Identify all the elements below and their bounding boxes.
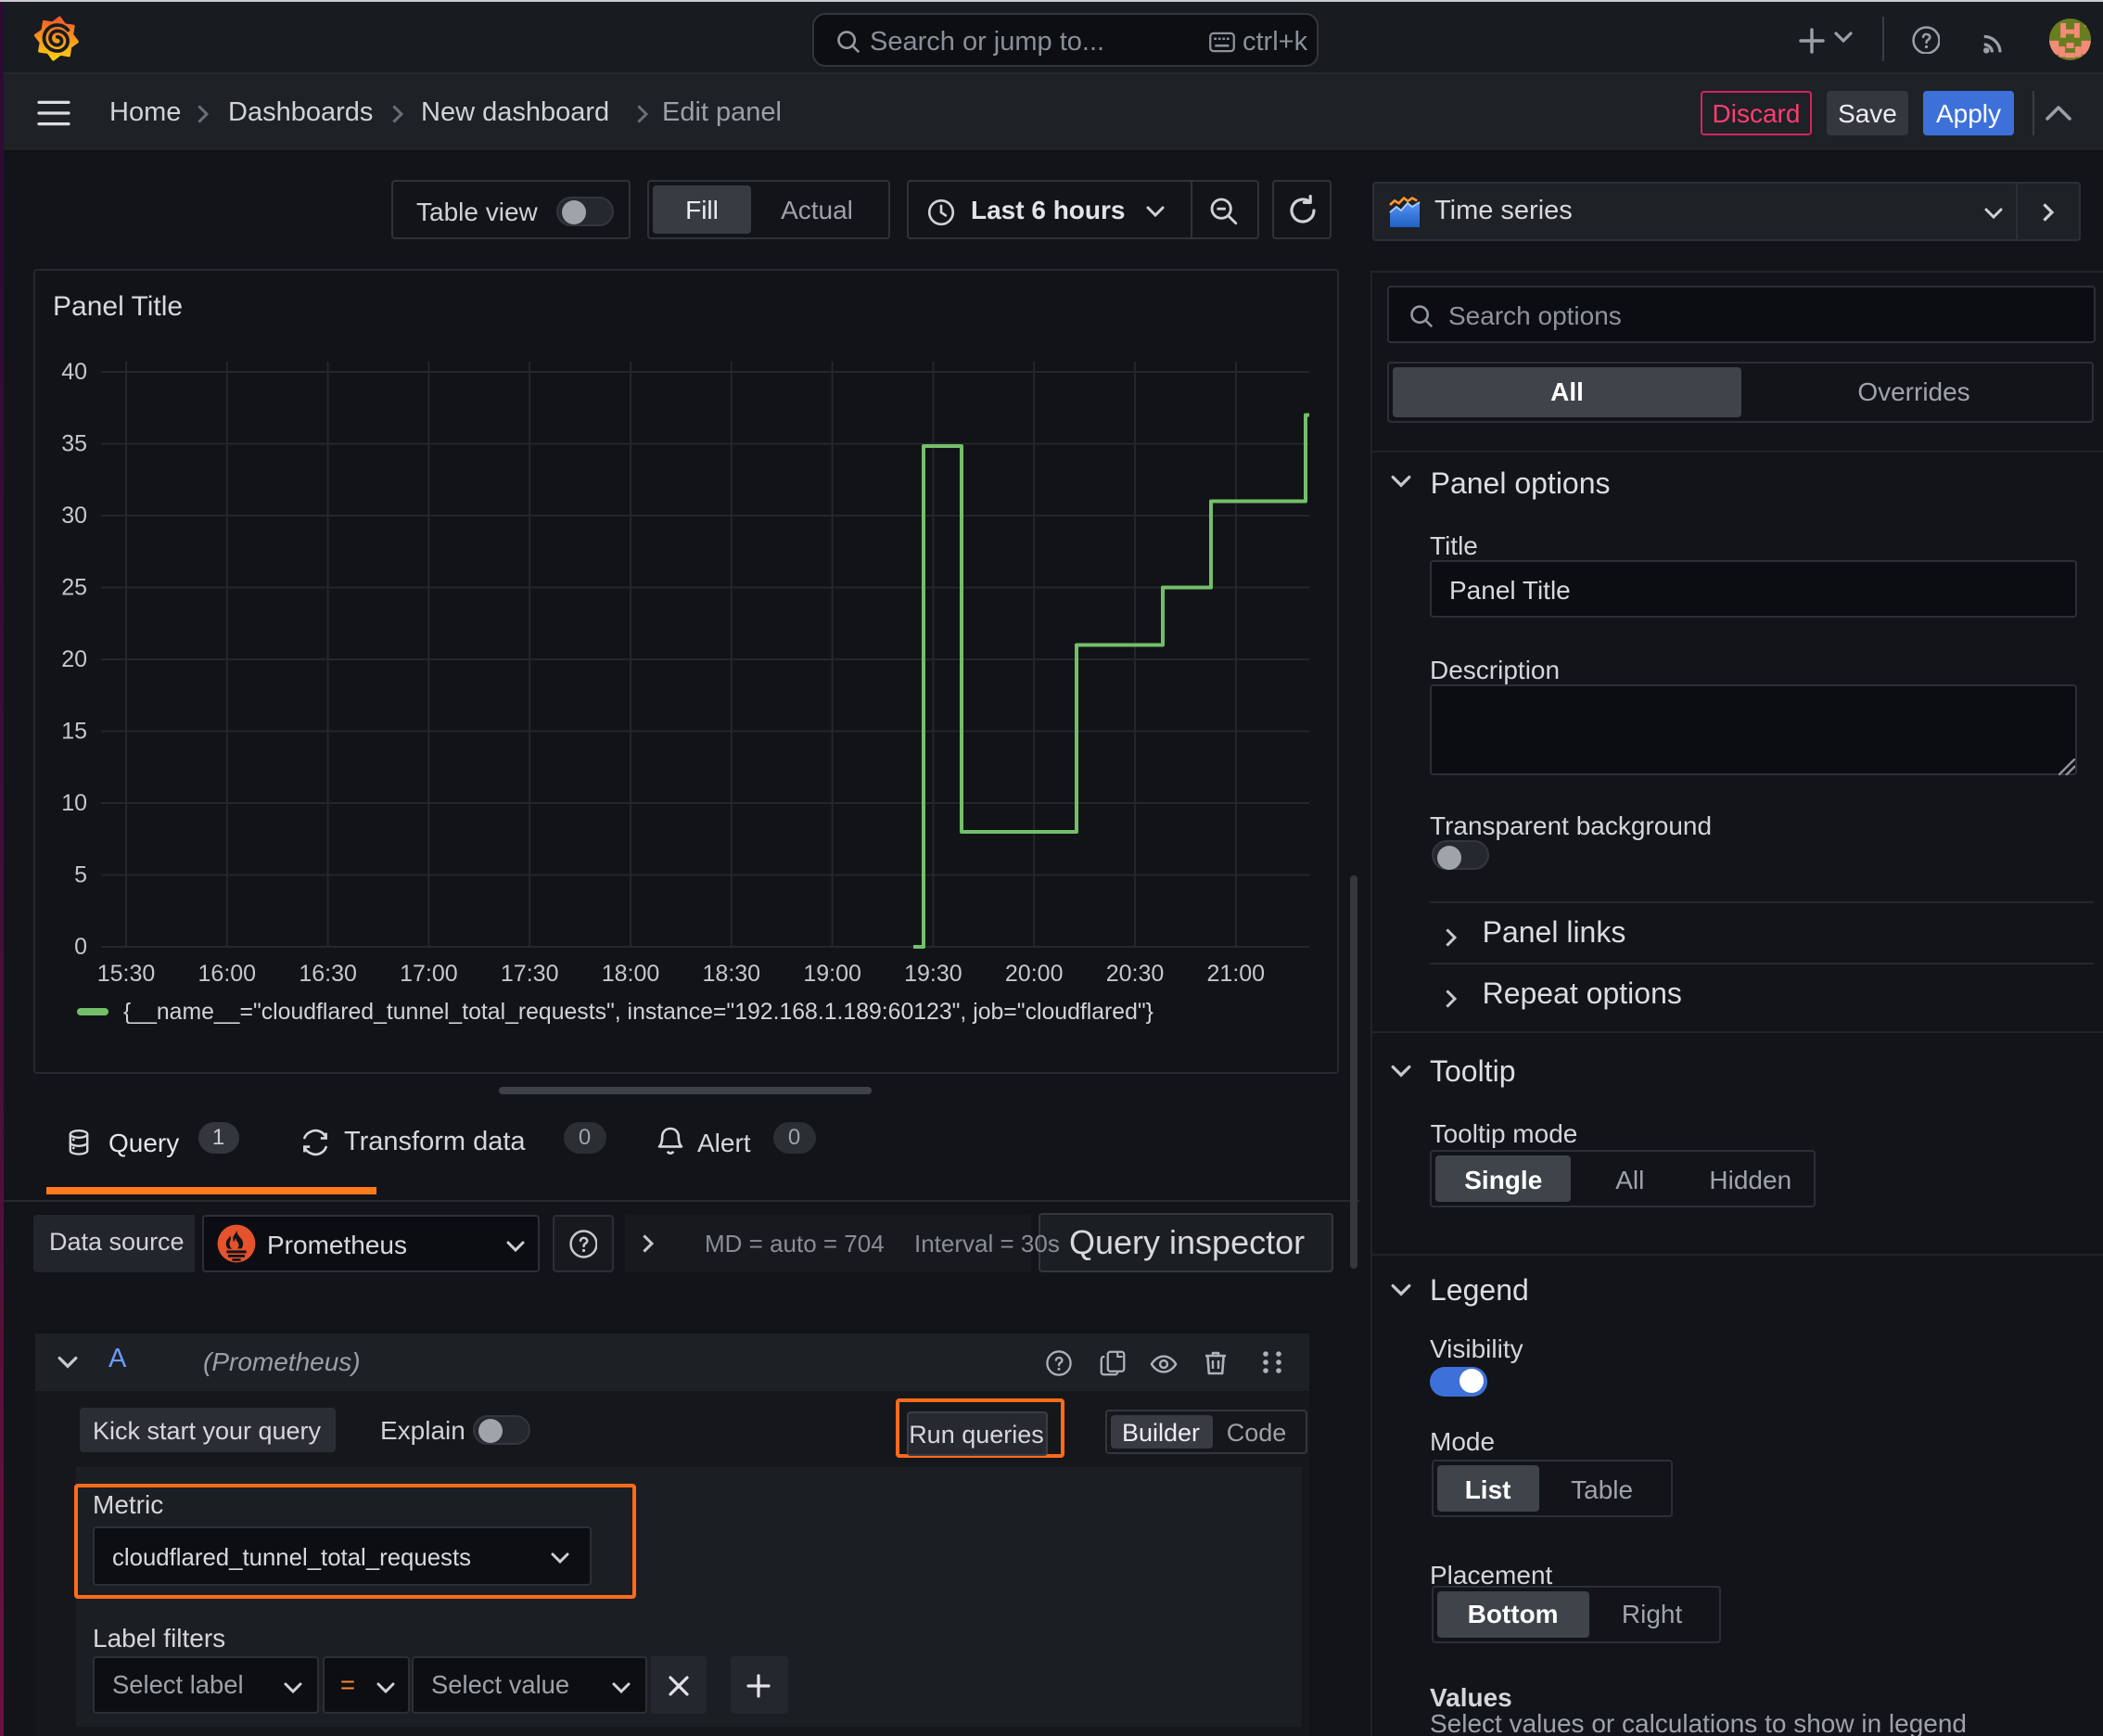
svg-text:19:00: 19:00 — [803, 961, 861, 987]
svg-text:15: 15 — [61, 719, 87, 745]
svg-text:0: 0 — [74, 934, 87, 960]
svg-text:17:30: 17:30 — [501, 961, 559, 987]
svg-text:16:00: 16:00 — [198, 961, 257, 987]
svg-text:20: 20 — [61, 646, 87, 672]
svg-text:20:30: 20:30 — [1106, 961, 1165, 987]
svg-text:18:30: 18:30 — [703, 961, 761, 987]
svg-text:21:00: 21:00 — [1207, 961, 1266, 987]
svg-text:35: 35 — [61, 431, 87, 457]
svg-text:16:30: 16:30 — [299, 961, 357, 987]
svg-text:30: 30 — [61, 503, 87, 529]
svg-text:18:00: 18:00 — [602, 961, 660, 987]
svg-text:40: 40 — [61, 359, 87, 385]
svg-text:25: 25 — [61, 575, 87, 601]
svg-text:20:00: 20:00 — [1005, 961, 1064, 987]
svg-text:19:30: 19:30 — [904, 961, 962, 987]
svg-text:5: 5 — [74, 862, 87, 888]
svg-text:15:30: 15:30 — [97, 961, 156, 987]
svg-text:17:00: 17:00 — [400, 961, 458, 987]
svg-text:{__name__="cloudflared_tunnel_: {__name__="cloudflared_tunnel_total_requ… — [123, 1000, 1153, 1025]
svg-text:10: 10 — [61, 790, 87, 816]
